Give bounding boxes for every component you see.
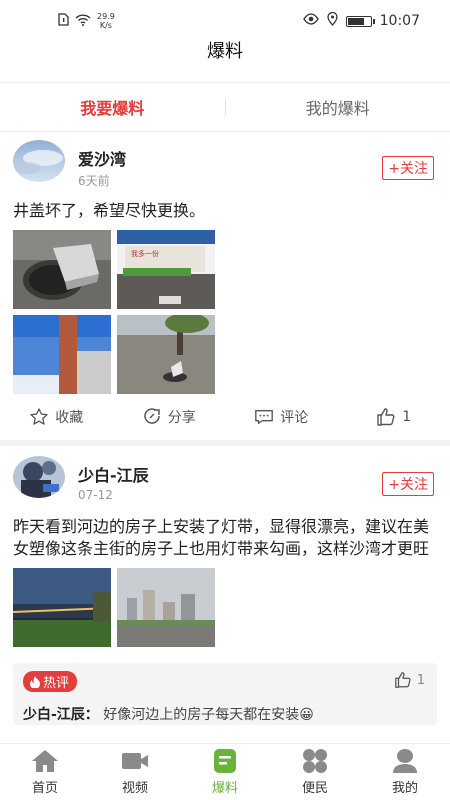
- post-text: 昨天看到河边的房子上安装了灯带，显得很漂亮，建议在美女塑像这条主街的房子上也用灯…: [13, 517, 430, 558]
- hot-comment-text: 少白-江辰： 好像河边上的房子每天都在安装😀: [23, 704, 427, 724]
- share-icon: [144, 408, 160, 424]
- post-text: 井盖坏了，希望尽快更换。: [13, 201, 206, 220]
- hot-comment[interactable]: 热评 1 少白-江辰： 好像河边上的房子每天都在安装😀: [13, 663, 437, 725]
- username[interactable]: 少白-江辰: [78, 462, 149, 486]
- follow-button[interactable]: +关注: [382, 156, 434, 180]
- sim-icon: [58, 13, 69, 29]
- post-image-broken-manhole[interactable]: [117, 315, 215, 394]
- post-card: 少白-江辰 07-12 +关注 昨天看到河边的房子上安装了灯带，显得很漂亮，建议…: [0, 450, 450, 725]
- favorite-label: 收藏: [55, 410, 84, 426]
- hot-badge-label: 热评: [43, 676, 70, 691]
- post-image-manhole[interactable]: [13, 230, 111, 309]
- clock: 10:07: [379, 13, 420, 29]
- post-actions: 收藏 分享 评论 1: [0, 394, 450, 440]
- tab-bar: 我要爆料 我的爆料: [0, 82, 450, 132]
- avatar[interactable]: [13, 140, 65, 182]
- divider: [0, 440, 450, 446]
- share-button[interactable]: 分享: [113, 407, 226, 427]
- post-image-blue-shutter[interactable]: [13, 315, 111, 394]
- battery-icon: [345, 15, 375, 27]
- nav-home[interactable]: 首页: [0, 744, 90, 800]
- status-bar: 29.9 K/s 10:07: [0, 0, 450, 42]
- nav-services[interactable]: 便民: [270, 744, 360, 800]
- hot-comment-badge: 热评: [23, 671, 78, 692]
- hot-comment-author[interactable]: 少白-江辰：: [23, 707, 99, 723]
- location-icon: [326, 11, 338, 30]
- post-image-street-wall[interactable]: 我多一份: [117, 230, 215, 309]
- post-card: 爱沙湾 6天前 +关注 井盖坏了，希望尽快更换。 我多一份 收藏 分享 评论 1: [0, 134, 450, 446]
- nav-home-label: 首页: [31, 781, 58, 796]
- status-left: 29.9 K/s: [58, 12, 115, 30]
- post-time: 07-12: [78, 488, 113, 502]
- share-label: 分享: [167, 410, 196, 426]
- hot-comment-body: 好像河边上的房子每天都在安装😀: [103, 707, 314, 723]
- follow-button[interactable]: +关注: [382, 472, 434, 496]
- post-image-river-night[interactable]: [13, 568, 111, 647]
- page-title: 爆料: [207, 41, 243, 62]
- comment-label: 评论: [280, 410, 309, 426]
- avatar[interactable]: [13, 456, 65, 498]
- fire-icon: [30, 676, 40, 688]
- status-right: 10:07: [302, 11, 420, 30]
- tab-submit-report[interactable]: 我要爆料: [0, 95, 225, 119]
- tab-my-reports[interactable]: 我的爆料: [226, 95, 450, 119]
- username[interactable]: 爱沙湾: [78, 146, 126, 170]
- video-icon: [122, 753, 148, 769]
- comment-icon: [255, 409, 274, 425]
- nav-services-label: 便民: [301, 781, 328, 796]
- speed-unit: K/s: [99, 21, 112, 30]
- nav-report[interactable]: 爆料: [180, 744, 270, 800]
- like-count: 1: [402, 409, 412, 425]
- nav-video[interactable]: 视频: [90, 744, 180, 800]
- speed-value: 29.9: [97, 12, 115, 21]
- nav-profile-label: 我的: [391, 781, 418, 796]
- hot-comment-like-count: 1: [416, 672, 425, 688]
- nav-report-label: 爆料: [211, 781, 238, 796]
- favorite-button[interactable]: 收藏: [0, 407, 113, 427]
- services-icon: [303, 749, 327, 773]
- hot-comment-like[interactable]: 1: [393, 671, 425, 689]
- post-image-city-buildings[interactable]: [117, 568, 215, 647]
- image-grid: [0, 568, 450, 647]
- post-header: 爱沙湾 6天前 +关注: [0, 134, 450, 190]
- eye-icon: [302, 13, 319, 29]
- nav-video-label: 视频: [121, 781, 148, 796]
- star-icon: [30, 408, 48, 425]
- home-icon: [32, 750, 58, 772]
- bottom-nav: 首页 视频 爆料 便民 我的: [0, 743, 450, 800]
- wifi-icon: [75, 13, 91, 29]
- profile-icon: [393, 749, 417, 773]
- nav-profile[interactable]: 我的: [360, 744, 450, 800]
- network-speed: 29.9 K/s: [97, 12, 115, 30]
- post-header: 少白-江辰 07-12 +关注: [0, 450, 450, 506]
- svg-text:我多一份: 我多一份: [131, 249, 159, 258]
- thumbs-up-icon: [377, 408, 395, 426]
- image-grid: 我多一份: [0, 230, 450, 394]
- report-icon: [214, 749, 236, 773]
- comment-button[interactable]: 评论: [225, 407, 338, 427]
- like-button[interactable]: 1: [338, 407, 450, 427]
- thumbs-up-icon: [394, 672, 411, 688]
- post-time: 6天前: [78, 174, 110, 188]
